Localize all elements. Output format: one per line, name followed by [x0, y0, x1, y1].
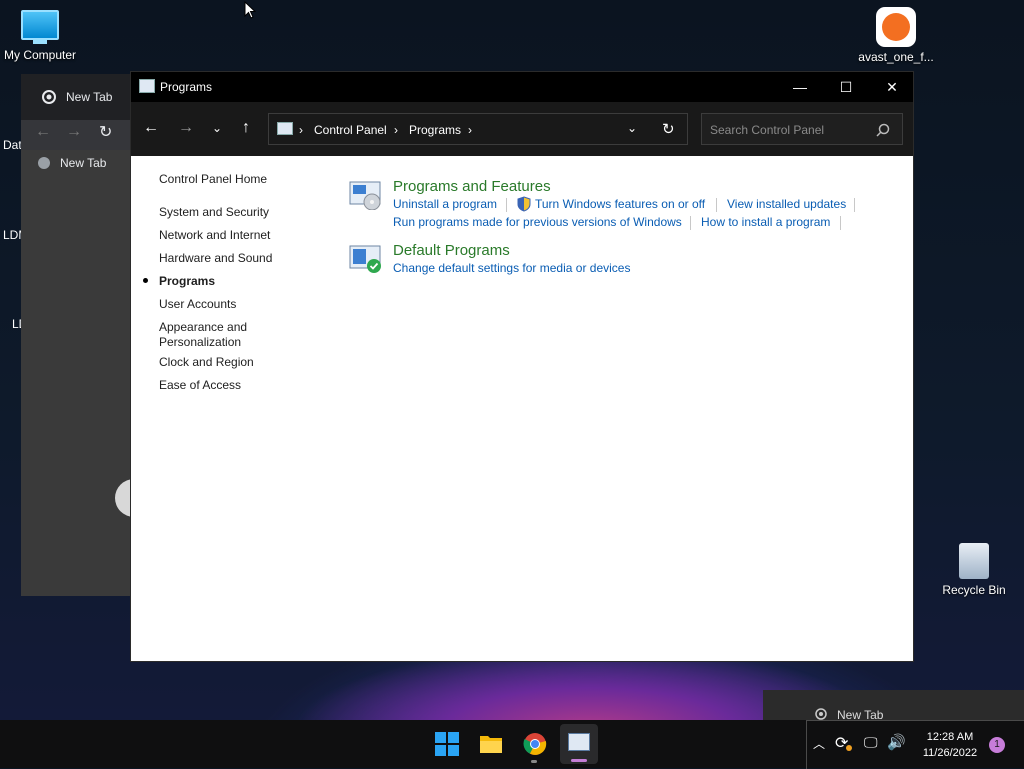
- control-panel-icon: [139, 79, 155, 93]
- recent-locations-chevron-icon[interactable]: ⌄: [205, 116, 229, 140]
- nav-user-accounts[interactable]: User Accounts: [159, 297, 236, 311]
- default-programs-title[interactable]: Default Programs: [393, 242, 510, 259]
- breadcrumb-programs[interactable]: Programs: [409, 123, 461, 137]
- control-panel-window: Programs — ☐ ✕ ← → ⌄ ↑ › Control Panel ›…: [130, 71, 914, 662]
- change-default-settings-link[interactable]: Change default settings for media or dev…: [393, 261, 630, 275]
- turn-windows-features-link[interactable]: Turn Windows features on or off: [535, 197, 705, 211]
- recycle-bin-icon: [959, 543, 989, 579]
- uac-shield-icon: [517, 196, 531, 212]
- start-windows-icon[interactable]: [435, 732, 459, 756]
- running-indicator: [531, 760, 537, 763]
- nav-network-and-internet[interactable]: Network and Internet: [159, 228, 270, 242]
- link-separator: [506, 198, 507, 212]
- run-older-programs-link[interactable]: Run programs made for previous versions …: [393, 215, 682, 229]
- mouse-cursor-icon: [244, 1, 256, 19]
- control-panel-icon: [277, 122, 293, 135]
- address-dropdown-chevron-icon[interactable]: ⌄: [627, 121, 637, 135]
- monitor-icon: [21, 10, 59, 44]
- maximize-button[interactable]: ☐: [823, 72, 869, 102]
- breadcrumb-chevron-icon[interactable]: ›: [394, 123, 398, 137]
- search-icon[interactable]: [876, 123, 890, 137]
- volume-icon[interactable]: 🔊: [887, 733, 906, 751]
- link-separator: [854, 198, 855, 212]
- breadcrumb-chevron-icon[interactable]: ›: [299, 123, 303, 137]
- nav-appearance-and-personalization[interactable]: Personalization: [159, 335, 241, 349]
- default-programs-icon: [349, 245, 381, 273]
- breadcrumb-chevron-icon[interactable]: ›: [468, 123, 472, 137]
- chrome-icon: [815, 708, 827, 720]
- clock-date[interactable]: 11/26/2022: [913, 747, 987, 759]
- desktop-icon-label: Recycle Bin: [942, 583, 1006, 597]
- chrome-icon[interactable]: [523, 732, 547, 756]
- taskbar-preview-popup[interactable]: New Tab: [763, 690, 1024, 722]
- taskbar: ︿ ⟳ 🖵 🔊 12:28 AM 11/26/2022 1: [0, 720, 1024, 769]
- nav-ease-of-access[interactable]: Ease of Access: [159, 378, 241, 392]
- recycle-bin-desktop-icon[interactable]: Recycle Bin: [934, 543, 1014, 597]
- my-computer-desktop-icon[interactable]: My Computer: [0, 10, 80, 62]
- desktop-icon-label: My Computer: [3, 48, 77, 62]
- forward-button[interactable]: →: [174, 116, 198, 140]
- link-separator: [840, 216, 841, 230]
- bookmark-label[interactable]: New Tab: [60, 156, 106, 170]
- avast-icon: [876, 7, 916, 47]
- breadcrumb-control-panel[interactable]: Control Panel: [314, 123, 387, 137]
- browser-tabbar: New Tab: [21, 74, 131, 120]
- window-title: Programs: [160, 80, 213, 94]
- nav-clock-and-region[interactable]: Clock and Region: [159, 355, 254, 369]
- programs-and-features-icon: [349, 181, 381, 210]
- globe-icon: [38, 157, 50, 169]
- title-bar[interactable]: Programs — ☐ ✕: [131, 72, 913, 102]
- forward-arrow-icon[interactable]: →: [66, 123, 82, 141]
- control-panel-taskbar-button[interactable]: [560, 724, 598, 764]
- how-to-install-link[interactable]: How to install a program: [701, 215, 830, 229]
- system-tray: ︿ ⟳ 🖵 🔊 12:28 AM 11/26/2022 1: [806, 720, 1024, 769]
- current-page-bullet-icon: [143, 278, 148, 283]
- network-icon[interactable]: 🖵: [864, 734, 878, 751]
- nav-system-and-security[interactable]: System and Security: [159, 205, 269, 219]
- nav-programs[interactable]: Programs: [159, 274, 215, 288]
- link-separator: [690, 216, 691, 230]
- partial-desktop-label[interactable]: Dat: [3, 138, 22, 152]
- link-separator: [716, 198, 717, 212]
- chrome-icon: [42, 90, 56, 104]
- file-explorer-icon[interactable]: [479, 732, 503, 756]
- clock-time[interactable]: 12:28 AM: [913, 731, 987, 743]
- up-button[interactable]: ↑: [234, 116, 258, 140]
- nav-hardware-and-sound[interactable]: Hardware and Sound: [159, 251, 272, 265]
- back-arrow-icon[interactable]: ←: [35, 123, 51, 141]
- notification-badge[interactable]: 1: [989, 737, 1005, 753]
- content-area: Control Panel Home System and Security N…: [131, 156, 913, 661]
- nav-appearance-and-personalization[interactable]: Appearance and: [159, 320, 247, 334]
- active-indicator: [571, 759, 587, 762]
- search-input[interactable]: [708, 120, 872, 140]
- desktop-icon-label: avast_one_f...: [858, 50, 934, 64]
- close-button[interactable]: ✕: [869, 72, 915, 102]
- search-box[interactable]: [701, 113, 903, 145]
- uninstall-program-link[interactable]: Uninstall a program: [393, 197, 497, 211]
- navigation-bar: ← → ⌄ ↑ › Control Panel › Programs › ⌄ ↻: [131, 102, 913, 156]
- reload-icon[interactable]: ↻: [99, 122, 112, 142]
- address-bar[interactable]: › Control Panel › Programs › ⌄ ↻: [268, 113, 688, 145]
- sync-status-dot: [846, 745, 852, 751]
- view-installed-updates-link[interactable]: View installed updates: [727, 197, 846, 211]
- back-button[interactable]: ←: [139, 116, 163, 140]
- refresh-icon[interactable]: ↻: [662, 120, 675, 138]
- minimize-button[interactable]: —: [777, 72, 823, 102]
- browser-toolbar: ← → ↻: [21, 120, 131, 150]
- avast-desktop-icon[interactable]: avast_one_f...: [856, 7, 936, 64]
- background-browser-window[interactable]: New Tab ← → ↻ New Tab: [21, 74, 139, 596]
- browser-tab-label[interactable]: New Tab: [66, 90, 112, 104]
- show-hidden-icons-chevron-icon[interactable]: ︿: [813, 735, 825, 752]
- control-panel-icon: [568, 733, 590, 751]
- control-panel-home-link[interactable]: Control Panel Home: [159, 172, 267, 186]
- programs-and-features-title[interactable]: Programs and Features: [393, 178, 551, 195]
